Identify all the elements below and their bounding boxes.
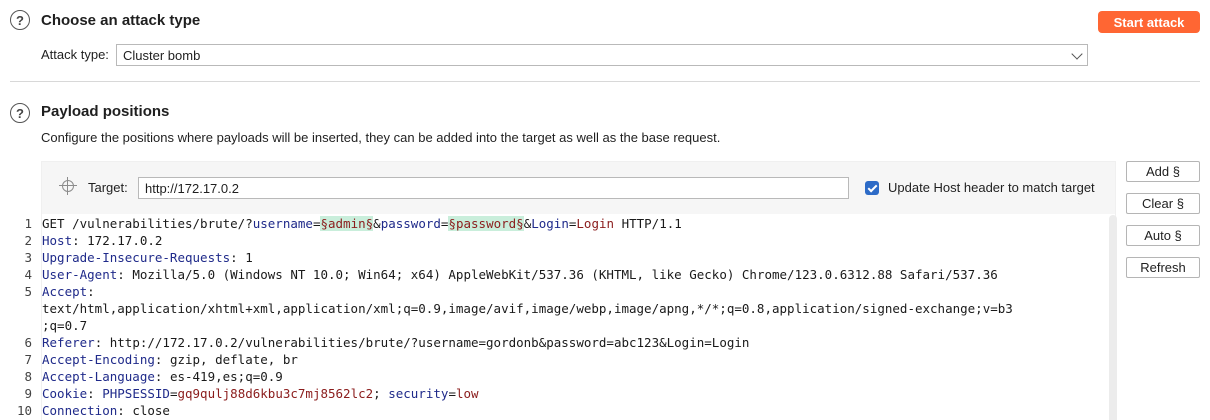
line-number: 6: [24, 335, 32, 350]
cookie-value: low: [455, 386, 479, 401]
update-host-checkbox[interactable]: [865, 181, 879, 195]
editor-scrollbar[interactable]: [1109, 215, 1117, 420]
header-key: Upgrade-Insecure-Requests: [42, 250, 231, 265]
help-icon[interactable]: ?: [10, 103, 30, 123]
attack-type-select[interactable]: Cluster bomb: [116, 44, 1088, 66]
cookie-value: gq9qulj88d6kbu3c7mj8562lc2: [177, 386, 374, 401]
header-key: Host: [42, 233, 73, 248]
header-key: Accept-Encoding: [42, 352, 155, 367]
request-line: 8 Accept-Language: es-419,es;q=0.9: [24, 368, 1102, 385]
header-value: : 1: [230, 250, 253, 265]
line-number: 10: [16, 403, 32, 418]
param-name: Login: [531, 216, 569, 231]
request-editor-panel: Target: Update Host header to match targ…: [17, 161, 1117, 420]
line-number: 5: [24, 284, 32, 299]
header-value: : http://172.17.0.2/vulnerabilities/brut…: [94, 335, 750, 350]
chevron-down-icon: [1071, 48, 1083, 60]
section-divider: [10, 81, 1200, 82]
line-number: 7: [24, 352, 32, 367]
crosshair-icon: [59, 177, 77, 195]
cookie-name: security: [388, 386, 449, 401]
header-key: Accept-Language: [42, 369, 155, 384]
request-line: 7 Accept-Encoding: gzip, deflate, br: [24, 351, 1102, 368]
request-editor[interactable]: 1 GET /vulnerabilities/brute/?username=§a…: [17, 215, 1102, 419]
attack-section-title: Choose an attack type: [41, 12, 201, 29]
auto-markers-button[interactable]: Auto §: [1126, 225, 1200, 246]
header-key: Referer: [42, 335, 95, 350]
line-number: 8: [24, 369, 32, 384]
request-line: 5 Accept:: [24, 283, 1102, 300]
param-name: password: [380, 216, 441, 231]
attack-type-label: Attack type:: [41, 47, 109, 62]
header-key: Cookie: [42, 386, 88, 401]
update-host-label: Update Host header to match target: [888, 180, 1095, 195]
target-input[interactable]: [138, 177, 849, 199]
help-icon[interactable]: ?: [10, 10, 30, 30]
request-line: 2 Host: 172.17.0.2: [24, 232, 1102, 249]
target-label: Target:: [88, 180, 128, 195]
payload-section-description: Configure the positions where payloads w…: [41, 130, 721, 145]
header-key: User-Agent: [42, 267, 118, 282]
payload-marker[interactable]: §password§: [448, 216, 524, 231]
payload-section-title: Payload positions: [41, 103, 170, 120]
request-line: 9 Cookie: PHPSESSID=gq9qulj88d6kbu3c7mj85…: [24, 385, 1102, 402]
header-value: : Mozilla/5.0 (Windows NT 10.0; Win64; x…: [117, 267, 998, 282]
header-value: : es-419,es;q=0.9: [154, 369, 283, 384]
header-value: : gzip, deflate, br: [154, 352, 298, 367]
request-line-continuation: text/html,application/xhtml+xml,applicat…: [42, 301, 1013, 316]
line-number: 3: [24, 250, 32, 265]
line-number: 1: [24, 216, 32, 231]
add-marker-button[interactable]: Add §: [1126, 161, 1200, 182]
header-value: :: [87, 284, 95, 299]
request-line: 1 GET /vulnerabilities/brute/?username=§a…: [24, 215, 1102, 232]
line-number: 2: [24, 233, 32, 248]
request-line: 3 Upgrade-Insecure-Requests: 1: [24, 249, 1102, 266]
attack-type-value: Cluster bomb: [123, 47, 201, 63]
param-name: username: [252, 216, 313, 231]
request-line-continuation: ;q=0.7: [42, 318, 88, 333]
target-bar: Target: Update Host header to match targ…: [42, 162, 1115, 214]
payload-marker[interactable]: §admin§: [320, 216, 374, 231]
clear-markers-button[interactable]: Clear §: [1126, 193, 1200, 214]
header-value: : 172.17.0.2: [72, 233, 163, 248]
request-line: 6 Referer: http://172.17.0.2/vulnerabilit…: [24, 334, 1102, 351]
param-value: Login: [576, 216, 615, 231]
header-key: Connection: [42, 403, 118, 418]
request-line: 4 User-Agent: Mozilla/5.0 (Windows NT 10.…: [24, 266, 1102, 283]
line-number: 4: [24, 267, 32, 282]
refresh-button[interactable]: Refresh: [1126, 257, 1200, 278]
line-number: 9: [24, 386, 32, 401]
header-value: : close: [117, 403, 170, 418]
cookie-name: PHPSESSID: [102, 386, 170, 401]
request-line: 10 Connection: close: [17, 402, 1102, 419]
header-key: Accept: [42, 284, 88, 299]
start-attack-button[interactable]: Start attack: [1098, 11, 1200, 33]
